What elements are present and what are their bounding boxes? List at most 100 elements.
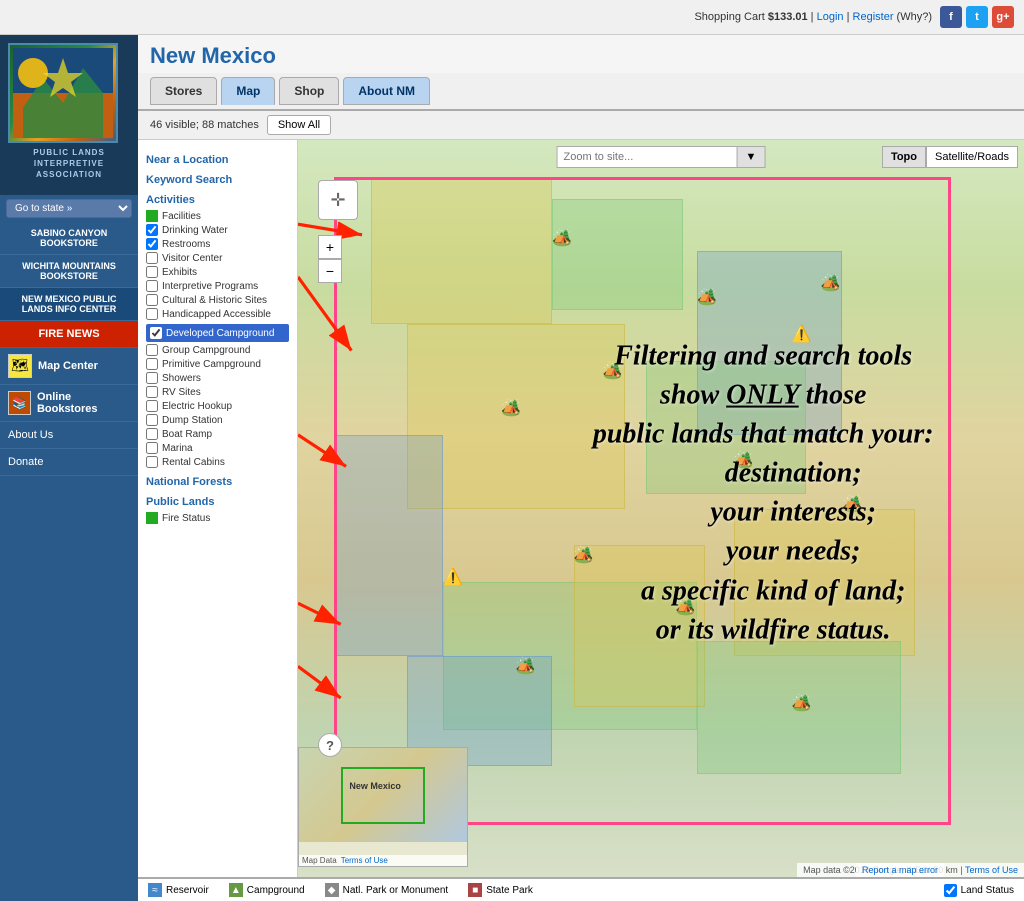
map-center-icon: 🗺	[8, 354, 32, 378]
electric-hookup-checkbox[interactable]	[146, 400, 158, 412]
mini-map-terms[interactable]: Terms of Use	[341, 856, 388, 865]
map-marker-4[interactable]: 🏕️	[501, 398, 521, 418]
developed-campground-filter[interactable]: Developed Campground	[146, 324, 289, 342]
show-all-button[interactable]: Show All	[267, 115, 331, 135]
mini-map-rect	[341, 767, 425, 824]
zoom-out-button[interactable]: −	[318, 259, 342, 283]
drinking-water-filter[interactable]: Drinking Water	[146, 224, 289, 236]
facebook-icon[interactable]: f	[940, 6, 962, 28]
developed-campground-checkbox[interactable]	[150, 327, 162, 339]
visitor-center-label: Visitor Center	[162, 253, 222, 264]
about-us-link[interactable]: About Us	[0, 422, 138, 449]
primitive-campground-filter[interactable]: Primitive Campground	[146, 358, 289, 370]
tabs-bar: Stores Map Shop About NM	[138, 73, 1024, 111]
rental-cabins-filter[interactable]: Rental Cabins	[146, 456, 289, 468]
googleplus-icon[interactable]: g+	[992, 6, 1014, 28]
keyword-search-label[interactable]: Keyword Search	[146, 174, 289, 186]
rental-cabins-checkbox[interactable]	[146, 456, 158, 468]
national-forests-label[interactable]: National Forests	[146, 476, 289, 488]
interpretive-filter[interactable]: Interpretive Programs	[146, 280, 289, 292]
map-marker-6[interactable]: 🏕️	[574, 545, 594, 565]
map-nav-control[interactable]: ✛	[318, 180, 358, 220]
boat-ramp-filter[interactable]: Boat Ramp	[146, 428, 289, 440]
tab-stores[interactable]: Stores	[150, 77, 217, 105]
zoom-in-button[interactable]: +	[318, 235, 342, 259]
rv-sites-label: RV Sites	[162, 387, 201, 398]
content-area: New Mexico Stores Map Shop About NM 46 v…	[138, 35, 1024, 901]
showers-checkbox[interactable]	[146, 372, 158, 384]
restrooms-filter[interactable]: Restrooms	[146, 238, 289, 250]
map-marker-1[interactable]: 🏕️	[552, 228, 572, 248]
restrooms-checkbox[interactable]	[146, 238, 158, 250]
map-marker-2[interactable]: 🏕️	[697, 287, 717, 307]
map-marker-3[interactable]: 🏕️	[603, 361, 623, 381]
sidebar-item-nm[interactable]: NEW MEXICO PUBLIC LANDS INFO CENTER	[0, 288, 138, 321]
cart-label: Shopping Cart	[694, 11, 764, 23]
cultural-checkbox[interactable]	[146, 294, 158, 306]
map-marker-5[interactable]: 🏕️	[734, 450, 754, 470]
tab-about-nm[interactable]: About NM	[343, 77, 430, 105]
login-link[interactable]: Login	[817, 11, 844, 23]
rental-cabins-label: Rental Cabins	[162, 457, 225, 468]
drinking-water-checkbox[interactable]	[146, 224, 158, 236]
map-container[interactable]: ▼ Topo Satellite/Roads ✛ + −	[298, 140, 1024, 877]
state-select-dropdown[interactable]: Go to state »	[6, 199, 132, 218]
visitor-center-filter[interactable]: Visitor Center	[146, 252, 289, 264]
group-campground-checkbox[interactable]	[146, 344, 158, 356]
public-lands-label[interactable]: Public Lands	[146, 496, 289, 508]
interpretive-checkbox[interactable]	[146, 280, 158, 292]
visitor-center-checkbox[interactable]	[146, 252, 158, 264]
map-marker-7[interactable]: 🏕️	[676, 597, 696, 617]
land-status-checkbox[interactable]	[944, 884, 957, 897]
twitter-icon[interactable]: t	[966, 6, 988, 28]
marina-label: Marina	[162, 443, 193, 454]
sidebar-item-wichita[interactable]: WICHITA MOUNTAINS BOOKSTORE	[0, 255, 138, 288]
sidebar-item-sabino[interactable]: SABINO CANYON BOOKSTORE	[0, 222, 138, 255]
map-marker-10[interactable]: 🏕️	[821, 273, 841, 293]
map-marker-9[interactable]: 🏕️	[792, 693, 812, 713]
drinking-water-label: Drinking Water	[162, 225, 228, 236]
handicapped-checkbox[interactable]	[146, 308, 158, 320]
fire-status-color	[146, 512, 158, 524]
primitive-campground-checkbox[interactable]	[146, 358, 158, 370]
online-bookstores-button[interactable]: 📚 Online Bookstores	[0, 385, 138, 422]
donate-link[interactable]: Donate	[0, 449, 138, 476]
map-marker-11[interactable]: 🏕️	[843, 494, 863, 514]
report-error-link[interactable]: Report a map error	[856, 863, 944, 877]
exhibits-filter[interactable]: Exhibits	[146, 266, 289, 278]
dump-station-filter[interactable]: Dump Station	[146, 414, 289, 426]
dump-station-checkbox[interactable]	[146, 414, 158, 426]
filters-panel: Near a Location Keyword Search Activitie…	[138, 140, 298, 877]
handicapped-filter[interactable]: Handicapped Accessible	[146, 308, 289, 320]
map-marker-8[interactable]: 🏕️	[516, 656, 536, 676]
exhibits-checkbox[interactable]	[146, 266, 158, 278]
near-location-label[interactable]: Near a Location	[146, 154, 289, 166]
zoom-input[interactable]	[557, 146, 737, 168]
tab-map[interactable]: Map	[221, 77, 275, 105]
boat-ramp-checkbox[interactable]	[146, 428, 158, 440]
map-marker-13[interactable]: ⚠️	[792, 324, 812, 344]
legend-reservoir: ≈ Reservoir	[148, 883, 209, 897]
electric-hookup-label: Electric Hookup	[162, 401, 232, 412]
satellite-button[interactable]: Satellite/Roads	[926, 146, 1018, 168]
marina-checkbox[interactable]	[146, 442, 158, 454]
topo-button[interactable]: Topo	[882, 146, 926, 168]
cultural-filter[interactable]: Cultural & Historic Sites	[146, 294, 289, 306]
map-help-button[interactable]: ?	[318, 733, 342, 757]
map-center-button[interactable]: 🗺 Map Center	[0, 348, 138, 385]
electric-hookup-filter[interactable]: Electric Hookup	[146, 400, 289, 412]
fire-news-button[interactable]: FIRE NEWS	[0, 321, 138, 348]
terms-link[interactable]: Terms of Use	[965, 865, 1018, 875]
group-campground-filter[interactable]: Group Campground	[146, 344, 289, 356]
mini-map-data: Map Data	[302, 856, 337, 865]
tab-shop[interactable]: Shop	[279, 77, 339, 105]
map-marker-12[interactable]: ⚠️	[443, 567, 463, 587]
campground-legend-label: Campground	[247, 885, 305, 896]
showers-filter[interactable]: Showers	[146, 372, 289, 384]
content-header: New Mexico	[138, 35, 1024, 73]
zoom-button[interactable]: ▼	[737, 146, 766, 168]
rv-sites-filter[interactable]: RV Sites	[146, 386, 289, 398]
rv-sites-checkbox[interactable]	[146, 386, 158, 398]
marina-filter[interactable]: Marina	[146, 442, 289, 454]
register-link[interactable]: Register	[853, 11, 894, 23]
